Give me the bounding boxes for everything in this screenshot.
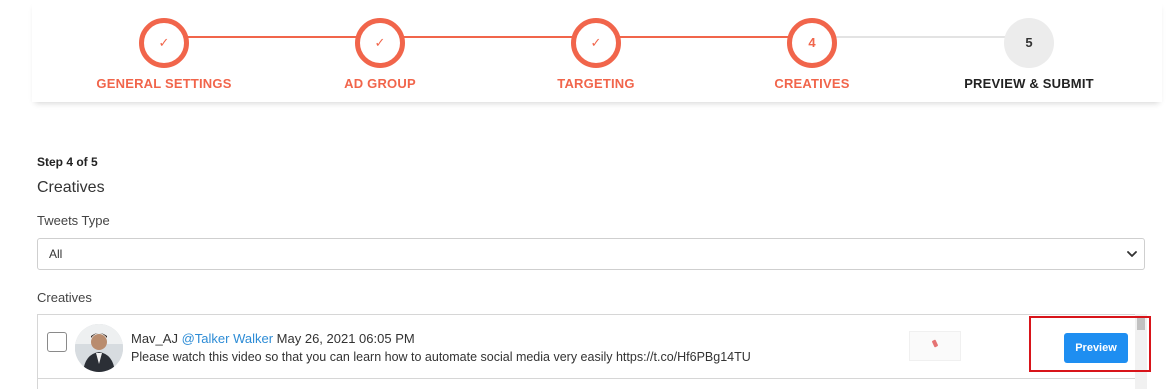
tweet-text: Please watch this video so that you can … — [131, 350, 751, 364]
tweet-user: Mav_AJ — [131, 331, 178, 346]
step-label: GENERAL SETTINGS — [96, 76, 232, 91]
tweet-meta: Mav_AJ @Talker Walker May 26, 2021 06:05… — [131, 331, 415, 346]
creatives-label: Creatives — [37, 290, 92, 305]
media-thumbnail[interactable] — [909, 331, 961, 361]
creative-checkbox[interactable] — [47, 332, 67, 352]
avatar — [75, 324, 123, 372]
step-number: 5 — [1004, 18, 1054, 68]
stepper-track-complete — [165, 36, 814, 38]
stepper-track-pending — [814, 36, 1030, 38]
highlight-box — [1029, 316, 1151, 372]
tweets-type-value: All — [49, 247, 63, 261]
step-label: AD GROUP — [344, 76, 416, 91]
tweet-handle[interactable]: @Talker Walker — [182, 331, 273, 346]
step-counter: Step 4 of 5 — [37, 155, 98, 169]
tweets-type-select[interactable]: All — [37, 238, 1145, 270]
chevron-down-icon — [1127, 251, 1137, 257]
step-label: CREATIVES — [774, 76, 850, 91]
check-icon: ✓ — [355, 18, 405, 68]
check-icon: ✓ — [139, 18, 189, 68]
list-item: Mav_AJ @Talker Walker May 26, 2021 06:05… — [38, 315, 1136, 379]
check-icon: ✓ — [571, 18, 621, 68]
step-number: 4 — [787, 18, 837, 68]
step-label: PREVIEW & SUBMIT — [964, 76, 1094, 91]
page-title: Creatives — [37, 179, 105, 196]
creatives-list: Mav_AJ @Talker Walker May 26, 2021 06:05… — [37, 314, 1147, 389]
progress-stepper: ✓ GENERAL SETTINGS ✓ AD GROUP ✓ TARGETIN… — [32, 0, 1162, 102]
tweets-type-label: Tweets Type — [37, 213, 110, 228]
step-label: TARGETING — [557, 76, 635, 91]
tweet-date: May 26, 2021 06:05 PM — [276, 331, 415, 346]
